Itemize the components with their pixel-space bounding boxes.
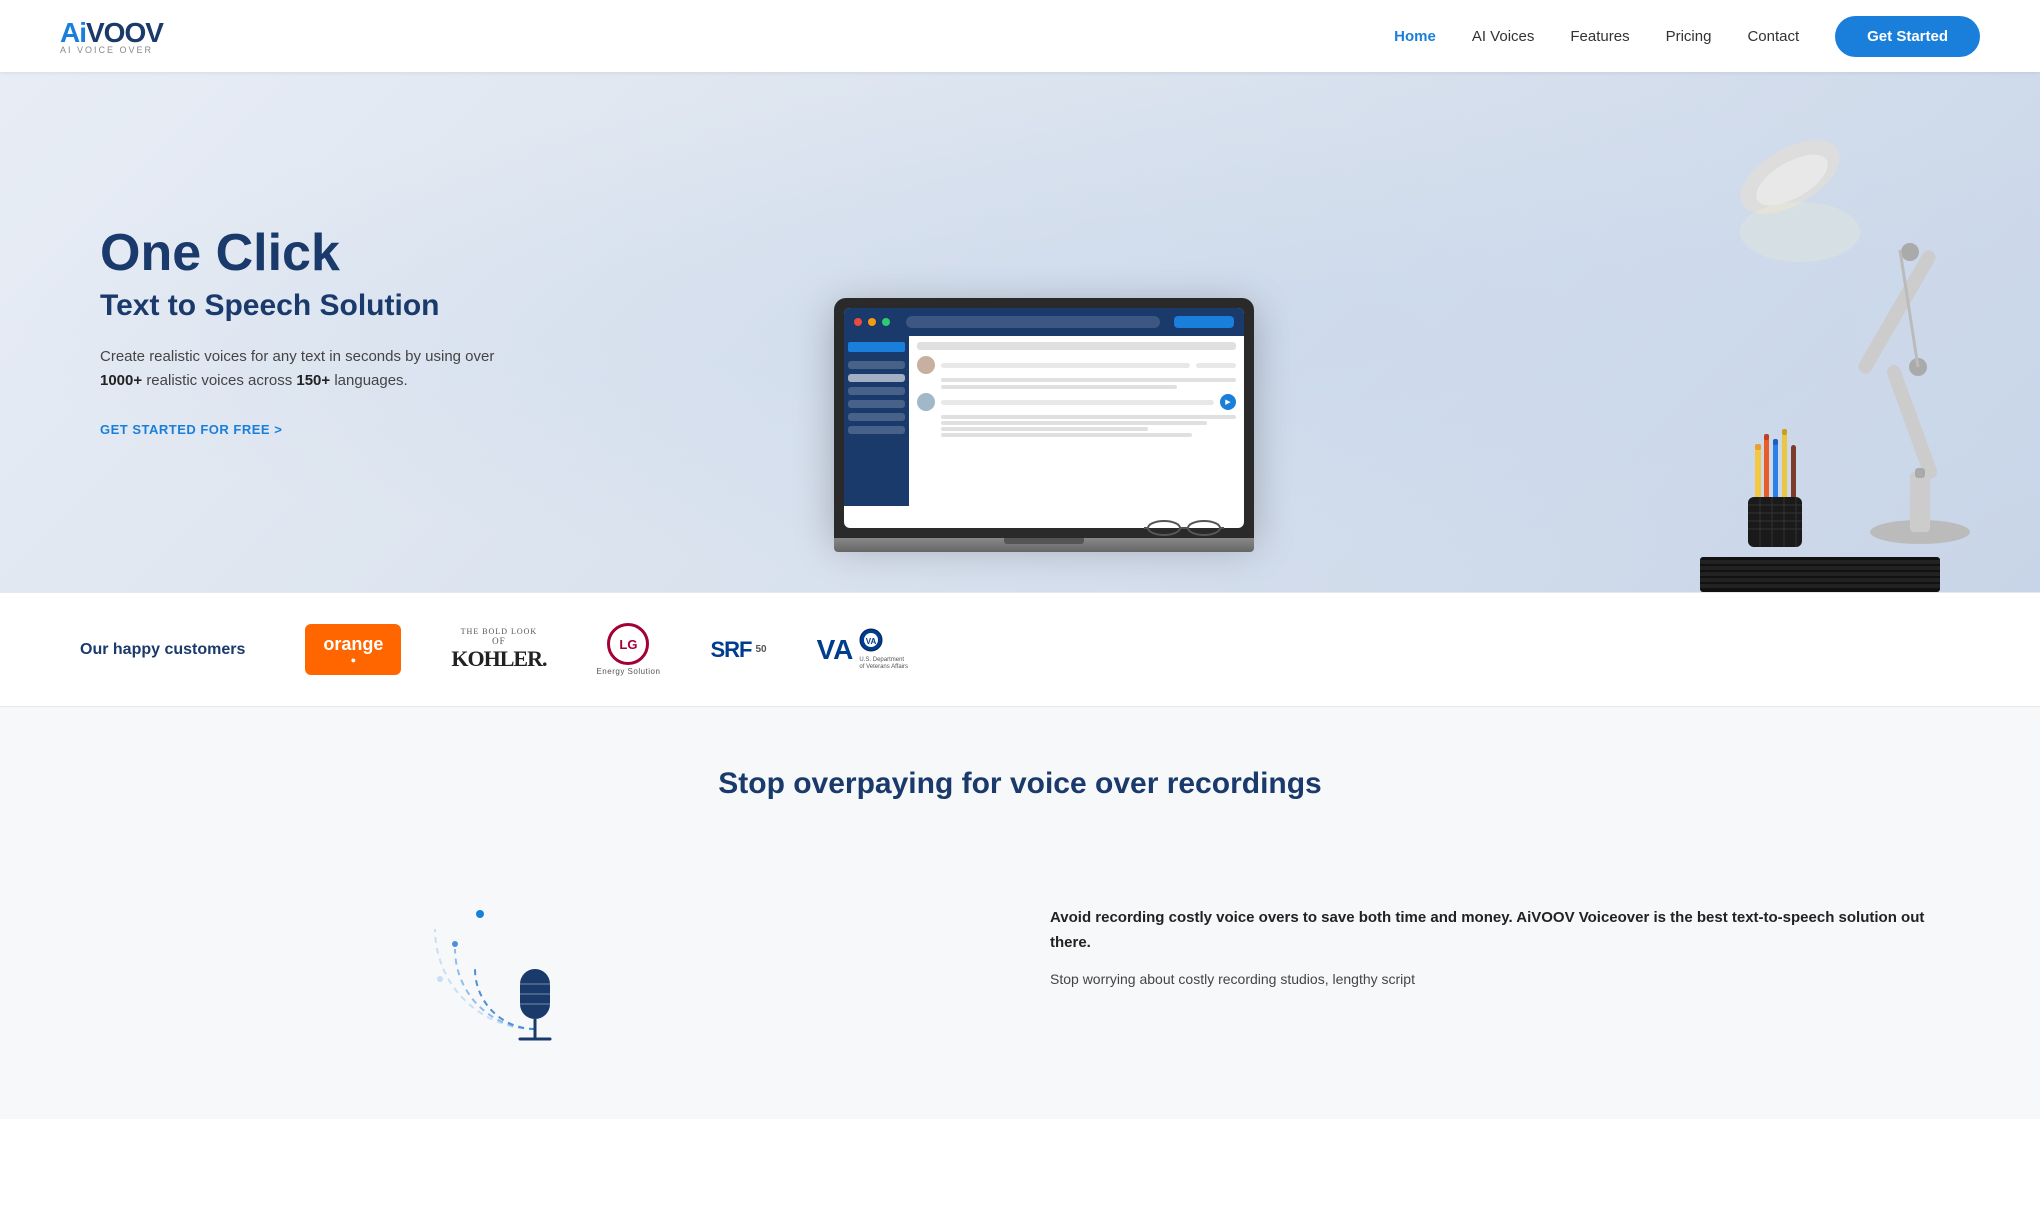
dot-green [882,318,890,326]
nav-link-pricing[interactable]: Pricing [1666,28,1712,45]
svg-text:VA: VA [866,637,877,646]
nav-link-home[interactable]: Home [1394,28,1436,45]
sidebar-item-mock [848,400,905,408]
section2-content: Avoid recording costly voice overs to sa… [80,849,1960,1059]
hero-cta-link[interactable]: GET STARTED FOR FREE > [100,422,282,437]
customer-logo-srf: SRF 50 [710,637,766,663]
customers-label: Our happy customers [80,641,245,659]
hero-title-line2: Text to Speech Solution [100,289,500,323]
va-seal-icon: VA [859,628,883,652]
screen-text-block [941,378,1236,389]
screen-text-line [941,385,1177,389]
sidebar-logo-mock [848,342,905,352]
get-started-button[interactable]: Get Started [1835,16,1980,57]
hero-description: Create realistic voices for any text in … [100,345,500,393]
screen-row-1 [917,356,1236,374]
screen-line [941,400,1214,405]
screen-play-btn: ▶ [1220,394,1236,410]
nav-link-contact[interactable]: Contact [1747,28,1799,45]
laptop-base [834,538,1254,552]
sidebar-item-mock [848,426,905,434]
section2: Stop overpaying for voice over recording… [0,707,2040,1119]
screen-line-short [1196,363,1236,368]
logo-main: VOOV [86,17,163,48]
logo-prefix: Ai [60,17,86,48]
customer-logo-orange: orange ● [305,624,401,675]
customer-logos-row: orange ● THE BOLD LOOK OF KOHLER. LG Ene… [305,623,1960,676]
customer-logo-kohler: THE BOLD LOOK OF KOHLER. [451,627,546,672]
section2-para1: Avoid recording costly voice overs to sa… [1050,905,1960,956]
customer-logo-va: VA VA U.S. Departmentof Veterans Affairs [817,628,908,671]
screen-row-2: ▶ [917,393,1236,411]
mic-graphic [425,849,645,1059]
screen-content-line [941,415,1236,419]
screen-body: ▶ [844,336,1244,506]
screen-content-block [941,415,1236,437]
laptop-mockup: ▶ [834,298,1254,552]
screen-address-bar [906,316,1160,328]
dot-yellow [868,318,876,326]
section2-para2: Stop worrying about costly recording stu… [1050,968,1960,992]
lg-circle: LG [607,623,649,665]
pencil-cup [1740,427,1810,552]
screen-content-line [941,421,1207,425]
sidebar-item-mock [848,361,905,369]
screen-main-area: ▶ [909,336,1244,506]
screen-header [844,308,1244,336]
glasses-prop [1144,520,1224,536]
nav-link-features[interactable]: Features [1570,28,1629,45]
section2-title: Stop overpaying for voice over recording… [80,767,1960,801]
dot-red [854,318,862,326]
screen-line [941,363,1190,368]
screen-content-line [941,427,1148,431]
nav-link-ai-voices[interactable]: AI Voices [1472,28,1535,45]
logo-tagline: AI VOICE OVER [60,45,153,55]
screen-top-bar [917,342,1236,350]
hero-content: One Click Text to Speech Solution Create… [0,165,500,498]
sidebar-item-mock [848,413,905,421]
logo[interactable]: AiVOOV AI VOICE OVER [60,17,163,55]
hero-title-line1: One Click [100,225,500,282]
hero-visual: ▶ [714,72,2040,592]
customers-bar: Our happy customers orange ● THE BOLD LO… [0,592,2040,707]
screen-content-line [941,433,1192,437]
section2-visual [80,849,990,1059]
nav-links: Home AI Voices Features Pricing Contact … [1394,16,1980,57]
screen-cta-bar [1174,316,1234,328]
screen-avatar-2 [917,393,935,411]
sidebar-item-mock [848,387,905,395]
screen-sidebar [844,336,909,506]
screen-text-line [941,378,1236,382]
screen-avatar-1 [917,356,935,374]
laptop-screen-body: ▶ [834,298,1254,538]
navbar: AiVOOV AI VOICE OVER Home AI Voices Feat… [0,0,2040,72]
laptop-screen: ▶ [844,308,1244,528]
customer-logo-lg: LG Energy Solution [596,623,660,676]
hero-section: One Click Text to Speech Solution Create… [0,72,2040,592]
section2-text: Avoid recording costly voice overs to sa… [1050,905,1960,1004]
notebook-prop [1700,552,1940,592]
sidebar-item-mock [848,374,905,382]
